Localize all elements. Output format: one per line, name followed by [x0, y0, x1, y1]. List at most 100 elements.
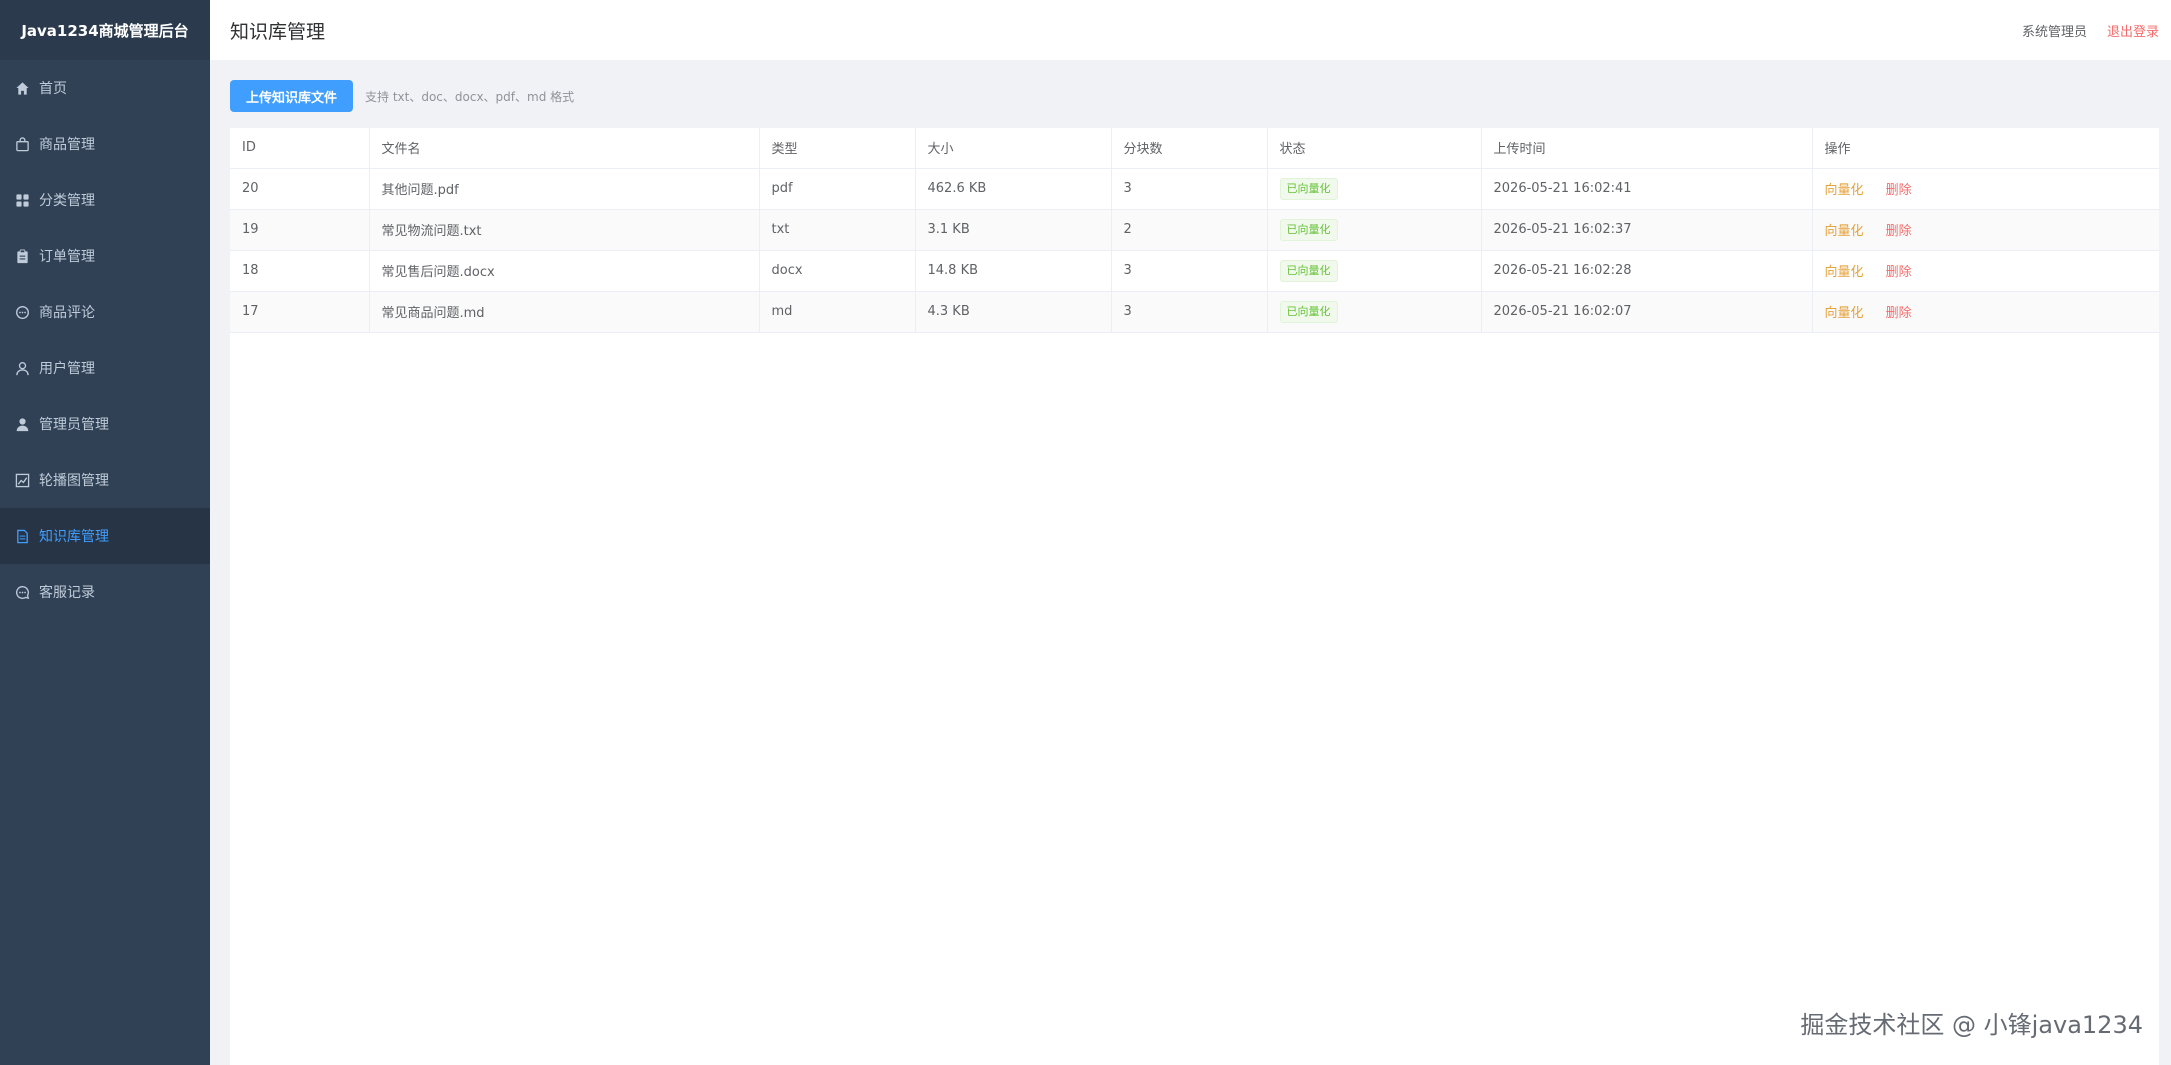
cell-type: pdf	[759, 168, 916, 210]
logout-link[interactable]: 退出登录	[2107, 21, 2159, 40]
document-icon	[14, 528, 30, 544]
table-row: 19 常见物流问题.txt txt 3.1 KB 2 已向量化 2026-05-…	[230, 209, 2159, 251]
sidebar-item-orders[interactable]: 订单管理	[0, 228, 210, 284]
toolbar: 上传知识库文件 支持 txt、doc、docx、pdf、md 格式	[230, 80, 574, 112]
sidebar-item-label: 订单管理	[39, 249, 95, 265]
column-header-type: 类型	[759, 128, 916, 169]
sidebar-menu: 首页 商品管理 分类管理 订单管理 商品评论 用户管理 管理员管理 轮播图管理 …	[0, 60, 210, 620]
upload-knowledge-file-button[interactable]: 上传知识库文件	[230, 80, 354, 112]
chat-icon	[14, 584, 30, 600]
sidebar-item-service-records[interactable]: 客服记录	[0, 564, 210, 620]
sidebar-item-label: 知识库管理	[39, 529, 109, 545]
cell-id: 19	[230, 209, 370, 251]
cell-actions: 向量化 删除	[1812, 291, 2159, 333]
cell-size: 3.1 KB	[915, 209, 1112, 251]
clipboard-icon	[14, 248, 30, 264]
cell-upload-time: 2026-05-21 16:02:37	[1481, 209, 1813, 251]
cell-status: 已向量化	[1267, 209, 1482, 251]
sidebar-item-banners[interactable]: 轮播图管理	[0, 452, 210, 508]
cell-actions: 向量化 删除	[1812, 168, 2159, 210]
status-badge: 已向量化	[1279, 177, 1338, 200]
delete-button[interactable]: 删除	[1886, 265, 1912, 280]
cell-type: md	[759, 291, 916, 333]
cell-type: txt	[759, 209, 916, 251]
knowledge-base-table: ID 文件名 类型 大小 分块数 状态 上传时间 操作 20 其他问题.pdf …	[230, 128, 2159, 333]
column-header-size: 大小	[915, 128, 1112, 169]
status-badge: 已向量化	[1279, 259, 1338, 282]
cell-status: 已向量化	[1267, 168, 1482, 210]
sidebar-item-label: 用户管理	[39, 361, 95, 377]
column-header-actions: 操作	[1812, 128, 2159, 169]
header-user-area: 系统管理员 退出登录	[2022, 21, 2159, 40]
cell-id: 18	[230, 250, 370, 292]
sidebar-item-home[interactable]: 首页	[0, 60, 210, 116]
cell-size: 4.3 KB	[915, 291, 1112, 333]
sidebar-item-label: 客服记录	[39, 585, 95, 601]
sidebar-item-products[interactable]: 商品管理	[0, 116, 210, 172]
table-row: 18 常见售后问题.docx docx 14.8 KB 3 已向量化 2026-…	[230, 250, 2159, 292]
column-header-status: 状态	[1267, 128, 1482, 169]
cell-chunks: 3	[1111, 250, 1268, 292]
sidebar-item-reviews[interactable]: 商品评论	[0, 284, 210, 340]
brand-logo-text: Java1234商城管理后台	[0, 0, 210, 60]
chart-icon	[14, 472, 30, 488]
upload-format-hint: 支持 txt、doc、docx、pdf、md 格式	[365, 89, 575, 104]
cell-status: 已向量化	[1267, 291, 1482, 333]
sidebar-item-users[interactable]: 用户管理	[0, 340, 210, 396]
user-filled-icon	[14, 416, 30, 432]
cell-upload-time: 2026-05-21 16:02:41	[1481, 168, 1813, 210]
table-row: 20 其他问题.pdf pdf 462.6 KB 3 已向量化 2026-05-…	[230, 168, 2159, 210]
vectorize-button[interactable]: 向量化	[1825, 183, 1864, 198]
watermark: 掘金技术社区 @ 小锋java1234	[1800, 1011, 2143, 1039]
grid-icon	[14, 192, 30, 208]
column-header-chunks: 分块数	[1111, 128, 1268, 169]
sidebar-item-label: 首页	[39, 81, 67, 97]
home-icon	[14, 80, 30, 96]
delete-button[interactable]: 删除	[1886, 183, 1912, 198]
cell-actions: 向量化 删除	[1812, 250, 2159, 292]
cell-filename: 常见售后问题.docx	[369, 250, 760, 292]
cell-chunks: 3	[1111, 168, 1268, 210]
cell-status: 已向量化	[1267, 250, 1482, 292]
table-row: 17 常见商品问题.md md 4.3 KB 3 已向量化 2026-05-21…	[230, 291, 2159, 333]
vectorize-button[interactable]: 向量化	[1825, 306, 1864, 321]
bag-icon	[14, 136, 30, 152]
vectorize-button[interactable]: 向量化	[1825, 265, 1864, 280]
cell-filename: 常见物流问题.txt	[369, 209, 760, 251]
cell-type: docx	[759, 250, 916, 292]
sidebar-item-knowledge-base[interactable]: 知识库管理	[0, 508, 210, 564]
sidebar-item-label: 管理员管理	[39, 417, 109, 433]
table-header-row: ID 文件名 类型 大小 分块数 状态 上传时间 操作	[230, 128, 2159, 169]
cell-id: 20	[230, 168, 370, 210]
column-header-upload-time: 上传时间	[1481, 128, 1813, 169]
status-badge: 已向量化	[1279, 218, 1338, 241]
vectorize-button[interactable]: 向量化	[1825, 224, 1864, 239]
sidebar-item-label: 商品评论	[39, 305, 95, 321]
admin-name: 系统管理员	[2021, 24, 2087, 40]
status-badge: 已向量化	[1279, 300, 1338, 323]
cell-size: 462.6 KB	[915, 168, 1112, 210]
knowledge-base-table-container: ID 文件名 类型 大小 分块数 状态 上传时间 操作 20 其他问题.pdf …	[230, 128, 2159, 1065]
column-header-filename: 文件名	[369, 128, 760, 169]
comment-icon	[14, 304, 30, 320]
sidebar-item-label: 轮播图管理	[39, 473, 109, 489]
sidebar-item-categories[interactable]: 分类管理	[0, 172, 210, 228]
column-header-id: ID	[230, 128, 370, 169]
cell-filename: 其他问题.pdf	[369, 168, 760, 210]
delete-button[interactable]: 删除	[1886, 306, 1912, 321]
cell-chunks: 3	[1111, 291, 1268, 333]
cell-upload-time: 2026-05-21 16:02:07	[1481, 291, 1813, 333]
page-title: 知识库管理	[230, 20, 326, 43]
sidebar-item-label: 商品管理	[39, 137, 95, 153]
cell-upload-time: 2026-05-21 16:02:28	[1481, 250, 1813, 292]
cell-id: 17	[230, 291, 370, 333]
sidebar: Java1234商城管理后台 首页 商品管理 分类管理 订单管理 商品评论 用户…	[0, 0, 210, 1065]
sidebar-item-label: 分类管理	[39, 193, 95, 209]
cell-filename: 常见商品问题.md	[369, 291, 760, 333]
cell-actions: 向量化 删除	[1812, 209, 2159, 251]
top-header: 知识库管理 系统管理员 退出登录	[210, 0, 2171, 60]
cell-chunks: 2	[1111, 209, 1268, 251]
delete-button[interactable]: 删除	[1886, 224, 1912, 239]
sidebar-item-admins[interactable]: 管理员管理	[0, 396, 210, 452]
user-icon	[14, 360, 30, 376]
